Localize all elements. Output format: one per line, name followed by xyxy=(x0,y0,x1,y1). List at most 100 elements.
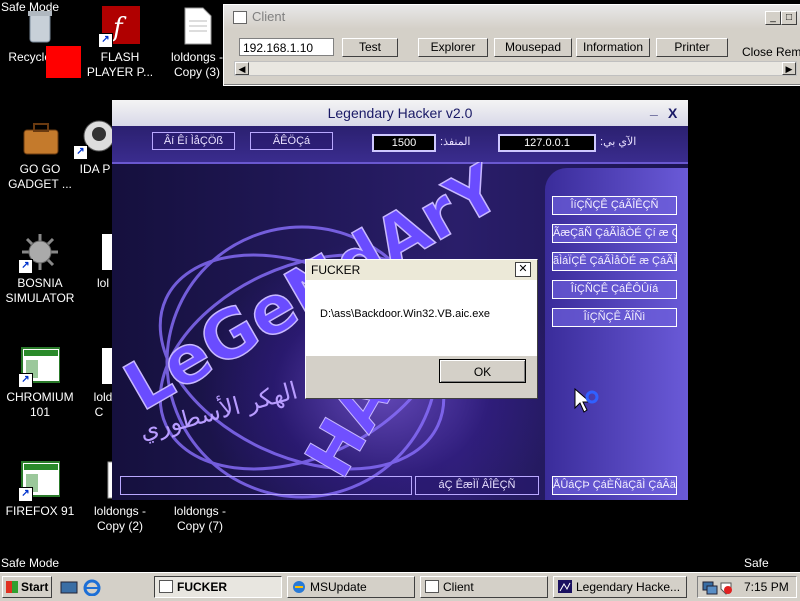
spiked-mine-icon: ↗ xyxy=(18,232,60,274)
desktop-icon-label: lold C xyxy=(93,390,113,419)
explorer-button[interactable]: Explorer xyxy=(418,38,488,57)
red-square-icon xyxy=(46,46,81,78)
horizontal-scrollbar[interactable]: ◀ ▶ xyxy=(234,61,797,76)
information-button[interactable]: Information xyxy=(576,38,650,57)
show-desktop-icon[interactable] xyxy=(60,580,78,595)
desktop-icon-label: IDA P xyxy=(79,162,111,176)
maximize-button[interactable]: □ xyxy=(781,11,797,25)
shortcut-arrow-icon: ↗ xyxy=(18,487,33,502)
task-label: FUCKER xyxy=(177,580,227,594)
message-dialog: FUCKER ✕ D:\ass\Backdoor.Win32.VB.aic.ex… xyxy=(305,259,538,399)
task-label: Legendary Hacke... xyxy=(576,580,681,594)
clock[interactable]: 7:15 PM xyxy=(744,580,789,594)
legendary-hacker-icon xyxy=(558,580,572,593)
window-app-icon: ↗ xyxy=(18,460,61,502)
task-msupdate[interactable]: MSUpdate xyxy=(287,576,415,598)
task-fucker[interactable]: FUCKER xyxy=(154,576,282,598)
safe-mode-bottom-left: Safe Mode xyxy=(1,556,60,570)
security-warning-icon[interactable] xyxy=(719,581,733,595)
printer-button[interactable]: Printer xyxy=(656,38,728,57)
flash-player-icon: f ↗ xyxy=(98,6,140,48)
scroll-right-icon[interactable]: ▶ xyxy=(782,62,796,75)
desktop-icon-label: loldongs - Copy (3) xyxy=(170,50,224,79)
desktop-icon-label: lol xyxy=(96,276,109,290)
ip-input[interactable]: 127.0.0.1 xyxy=(498,134,596,152)
desktop-icon-label: BOSNIA SIMULATOR xyxy=(5,276,75,305)
text-file-icon xyxy=(177,6,217,46)
legendary-title: Legendary Hacker v2.0 xyxy=(327,105,473,121)
dialog-titlebar[interactable]: FUCKER ✕ xyxy=(306,260,537,280)
internet-explorer-icon[interactable] xyxy=(83,579,101,596)
connection-bar: Âí Êí ÌåÇÖß ÂÊÖÇá 1500 :المنفذ 127.0.0.1… xyxy=(112,126,688,164)
window-icon xyxy=(233,11,247,24)
start-button[interactable]: Start xyxy=(2,576,52,598)
task-label: Client xyxy=(443,580,474,594)
side-option-button-3[interactable]: ãÌáÏÇÊ ÇáÃÌåÒÉ æ ÇáÃÌåÒÉ xyxy=(552,252,677,271)
task-legendary-hacker[interactable]: Legendary Hacke... xyxy=(553,576,687,598)
client-title: Client xyxy=(252,9,286,24)
mousepad-button[interactable]: Mousepad xyxy=(494,38,572,57)
busy-cursor-icon xyxy=(574,388,599,413)
side-option-button-4[interactable]: ÎíÇÑÇÊ ÇáÊÔÛíá xyxy=(552,280,677,299)
safe-mode-top-left: Safe Mode xyxy=(1,0,60,14)
window-icon xyxy=(159,580,173,593)
client-window: Client _ □ 192.168.1.10 Test Explorer Mo… xyxy=(223,4,800,86)
desktop-icon-label: CHROMIUM 101 xyxy=(6,390,74,419)
windows-logo-icon xyxy=(6,581,18,593)
close-button[interactable]: X xyxy=(668,105,677,121)
scroll-left-icon[interactable]: ◀ xyxy=(235,62,249,75)
desktop-icon-bosnia-simulator[interactable]: ↗ BOSNIA SIMULATOR xyxy=(0,232,80,306)
msupdate-icon xyxy=(293,581,305,593)
exit-program-button[interactable]: ÅÛáÇÞ ÇáÈÑäÇãÌ ÇáÂä æ xyxy=(552,476,677,495)
taskbar: Start FUCKER MSUpdate Client Legendary H… xyxy=(0,572,800,601)
dialog-body: D:\ass\Backdoor.Win32.VB.aic.exe xyxy=(306,280,537,356)
desktop-icon-label: loldongs - Copy (7) xyxy=(173,504,227,533)
ip-address-input[interactable]: 192.168.1.10 xyxy=(239,38,334,56)
legendary-titlebar[interactable]: Legendary Hacker v2.0 xyxy=(112,100,688,126)
network-icon[interactable] xyxy=(702,580,718,595)
port-label: :المنفذ xyxy=(440,136,471,148)
dialog-message: D:\ass\Backdoor.Win32.VB.aic.exe xyxy=(320,308,490,320)
options-panel: ÎíÇÑÇÊ ÇáÃÎÊÇÑ ÃæÇãÑ ÇáÃÌåÒÉ Çí æ ÇáÃÌåÒ… xyxy=(545,168,688,500)
window-app-icon: ↗ xyxy=(18,346,61,388)
minimize-button[interactable]: _ xyxy=(650,101,658,117)
side-option-button-1[interactable]: ÎíÇÑÇÊ ÇáÃÎÊÇÑ xyxy=(552,196,677,215)
status-bar xyxy=(120,476,412,495)
desktop-icon-go-go-gadget[interactable]: GO GO GADGET ... xyxy=(0,118,80,192)
text-file-icon xyxy=(102,232,112,272)
start-label: Start xyxy=(21,580,49,594)
shortcut-arrow-icon: ↗ xyxy=(73,145,88,160)
minimize-button[interactable]: _ xyxy=(765,11,781,25)
desktop-icon-label: FIREFOX 91 xyxy=(5,504,75,518)
ok-button[interactable]: OK xyxy=(439,359,526,383)
system-tray: 7:15 PM xyxy=(697,576,797,598)
ida-icon: ↗ xyxy=(73,118,115,160)
side-option-button-2[interactable]: ÃæÇãÑ ÇáÃÌåÒÉ Çí æ ÇáÃÌåÒÉ xyxy=(552,224,677,243)
side-option-button-5[interactable]: ÎíÇÑÇÊ ÃÎÑì xyxy=(552,308,677,327)
dialog-title: FUCKER xyxy=(311,263,361,277)
window-icon xyxy=(425,580,439,593)
close-icon[interactable]: ✕ xyxy=(515,262,531,277)
shortcut-arrow-icon: ↗ xyxy=(98,33,113,48)
desktop-icon-lold[interactable]: lold C xyxy=(84,346,114,420)
briefcase-icon xyxy=(20,118,60,158)
shortcut-arrow-icon: ↗ xyxy=(18,373,33,388)
task-client[interactable]: Client xyxy=(420,576,548,598)
shortcut-arrow-icon: ↗ xyxy=(18,259,33,274)
task-label: MSUpdate xyxy=(310,580,367,594)
desktop-icon-flash-player[interactable]: f ↗ FLASH PLAYER P... xyxy=(80,6,160,80)
client-titlebar[interactable]: Client _ □ xyxy=(224,5,800,29)
desktop-icon-lol[interactable]: lol xyxy=(80,232,112,291)
connect-button[interactable]: ÂÊÖÇá xyxy=(250,132,333,150)
desktop-icon-label: FLASH PLAYER P... xyxy=(86,50,154,79)
desktop-icon-chromium[interactable]: ↗ CHROMIUM 101 xyxy=(0,346,80,420)
port-input[interactable]: 1500 xyxy=(372,134,436,152)
close-remote-button[interactable]: Close Remo xyxy=(742,45,800,59)
desktop-icon-label: GO GO GADGET ... xyxy=(8,162,72,191)
desktop-icon-firefox[interactable]: ↗ FIREFOX 91 xyxy=(0,460,80,519)
test-button[interactable]: Test xyxy=(342,38,398,57)
no-selection-button[interactable]: áÇ ÊæÌÏ ÂÎÊÇÑ xyxy=(415,476,539,495)
ip-label: :الآي بي xyxy=(600,136,637,148)
disconnect-button[interactable]: Âí Êí ÌåÇÖß xyxy=(152,132,235,150)
desktop-icon-label: loldongs - Copy (2) xyxy=(93,504,147,533)
